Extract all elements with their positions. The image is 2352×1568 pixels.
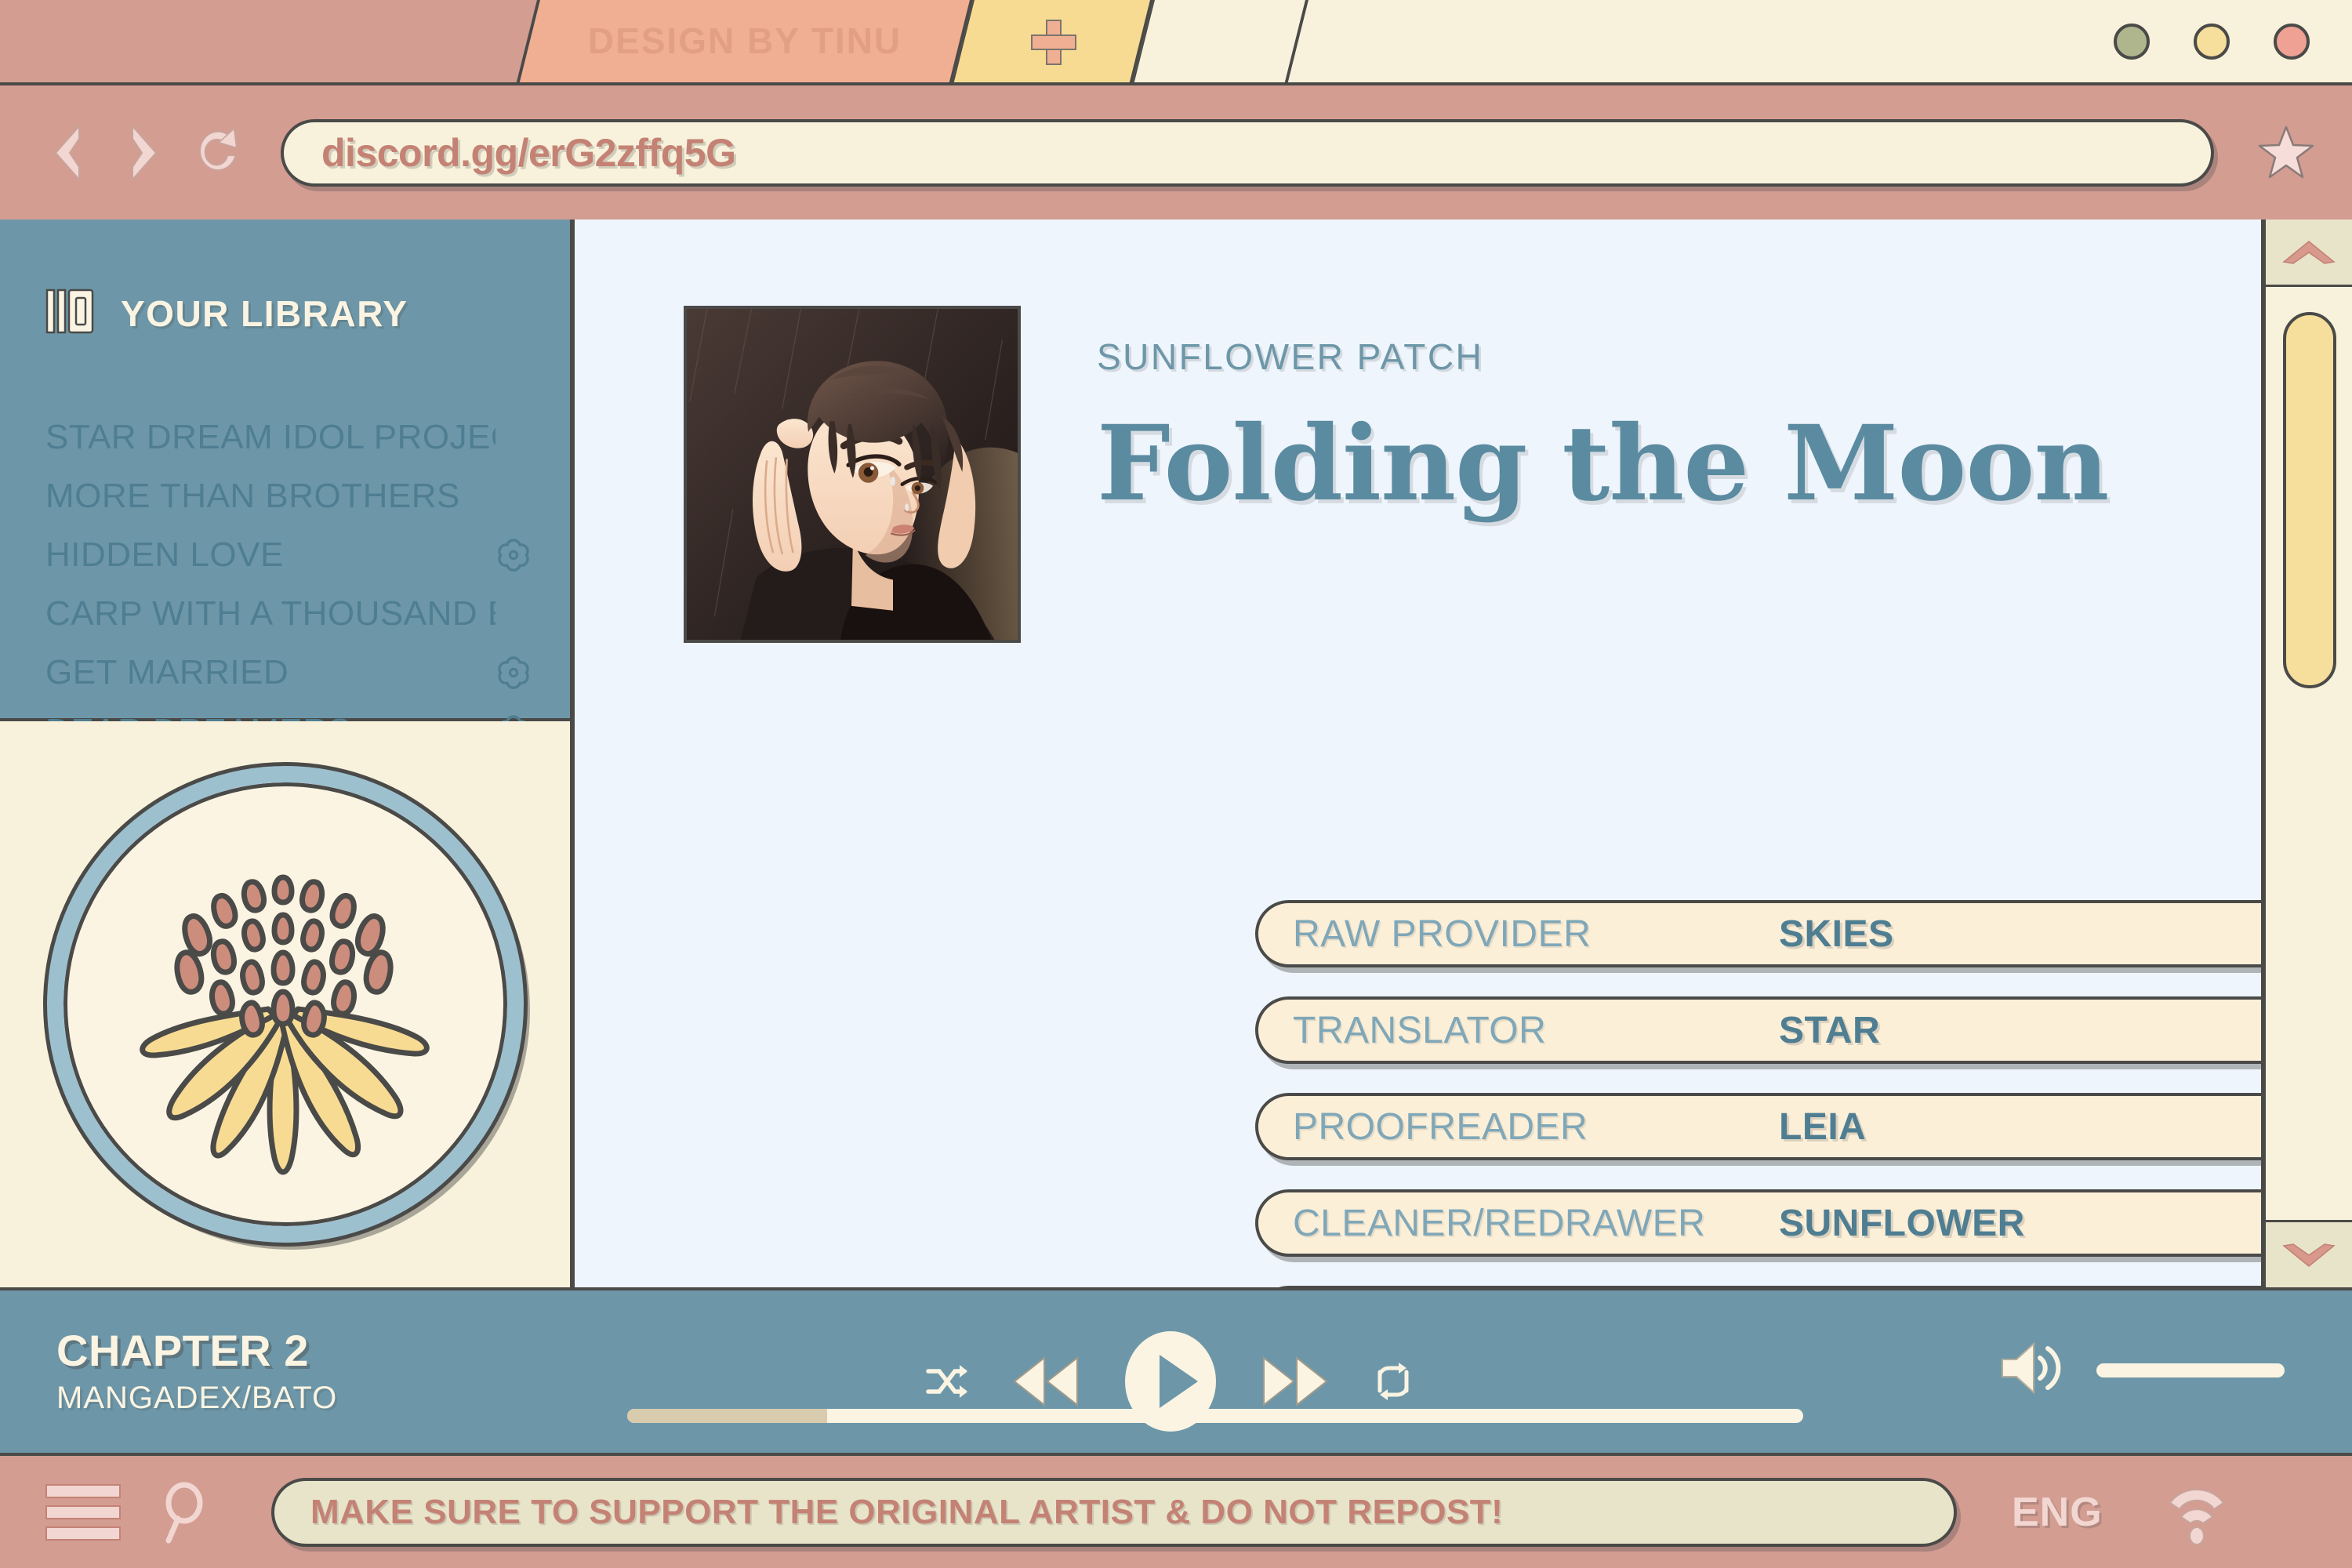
credit-role: RAW PROVIDER <box>1293 913 1592 955</box>
previous-button[interactable] <box>1010 1352 1082 1411</box>
content-panel: SUNFLOWER PATCH Folding the Moon RAW PRO… <box>570 220 2352 1450</box>
tab-watermark-label: DESIGN BY TINU <box>587 20 902 61</box>
player-bar: CHAPTER 2 MANGADEX/BATO <box>0 1287 2352 1456</box>
chapter-source: MANGADEX/BATO <box>56 1381 338 1415</box>
star-icon <box>2258 125 2314 178</box>
hamburger-icon[interactable] <box>45 1483 121 1541</box>
sidebar-item-carp-with-a-thousand-e[interactable]: CARP WITH A THOUSAND E... <box>45 584 532 643</box>
maximize-button[interactable] <box>2194 23 2230 60</box>
credit-row-proofreader[interactable]: PROOFREADER LEIA <box>1255 1093 2352 1160</box>
url-text: discord.gg/erG2zffq5G <box>321 130 736 175</box>
chapter-title: CHAPTER 2 <box>56 1326 309 1375</box>
chevron-down-icon <box>2282 1243 2336 1267</box>
series-hero: SUNFLOWER PATCH Folding the Moon <box>684 306 2109 643</box>
library-header: YOUR LIBRARY <box>45 287 408 339</box>
sidebar-item-label: MORE THAN BROTHERS <box>45 476 460 515</box>
sidebar-item-get-married[interactable]: GET MARRIED <box>45 643 532 702</box>
credit-role: CLEANER/REDRAWER <box>1293 1202 1706 1244</box>
now-playing: CHAPTER 2 MANGADEX/BATO <box>56 1325 337 1416</box>
wifi-icon <box>2169 1488 2225 1545</box>
page-title: Folding the Moon <box>1097 403 2109 524</box>
credit-name: LEIA <box>1779 1105 1867 1148</box>
next-button[interactable] <box>1259 1352 1331 1411</box>
search-icon <box>165 1482 203 1543</box>
new-tab-button[interactable] <box>950 0 1154 82</box>
shuffle-button[interactable] <box>925 1362 969 1401</box>
hamburger-line <box>45 1483 121 1498</box>
window-controls <box>2114 0 2310 82</box>
flower-icon[interactable] <box>495 537 532 573</box>
credit-name: SUNFLOWER <box>1779 1202 2025 1244</box>
credit-role: TRANSLATOR <box>1293 1009 1547 1051</box>
vertical-scrollbar[interactable] <box>2261 220 2352 1287</box>
sidebar-item-label: GET MARRIED <box>45 652 289 691</box>
library-icon <box>45 287 94 339</box>
search-input[interactable]: MAKE SURE TO SUPPORT THE ORIGINAL ARTIST… <box>271 1477 1957 1547</box>
sidebar-item-star-dream-idol-project[interactable]: STAR DREAM IDOL PROJECT <box>45 408 532 466</box>
group-name: SUNFLOWER PATCH <box>1097 336 1484 377</box>
repeat-icon <box>1377 1363 1409 1400</box>
speaker-icon[interactable] <box>1998 1339 2063 1401</box>
search-button[interactable] <box>155 1482 216 1543</box>
credit-name: SKIES <box>1779 913 1894 955</box>
flower-icon[interactable] <box>495 655 532 691</box>
address-toolbar: discord.gg/erG2zffq5G <box>0 82 2352 220</box>
back-button[interactable] <box>44 123 93 183</box>
credit-role: PROOFREADER <box>1293 1105 1588 1148</box>
reload-button[interactable] <box>194 123 243 183</box>
library-panel: YOUR LIBRARY STAR DREAM IDOL PROJECT MOR… <box>0 220 570 750</box>
forward-button[interactable] <box>119 123 168 183</box>
volume-slider[interactable] <box>2096 1363 2285 1377</box>
progress-bar[interactable] <box>627 1409 1803 1423</box>
sidebar-item-label: STAR DREAM IDOL PROJECT <box>45 417 495 456</box>
rewind-icon <box>1013 1356 1078 1407</box>
scroll-down-button[interactable] <box>2266 1220 2352 1287</box>
volume-control <box>1998 1339 2285 1401</box>
hamburger-line <box>45 1504 121 1519</box>
address-bar[interactable]: discord.gg/erG2zffq5G <box>281 118 2214 187</box>
hero-text: SUNFLOWER PATCH Folding the Moon <box>1097 306 2109 524</box>
sidebar: YOUR LIBRARY STAR DREAM IDOL PROJECT MOR… <box>0 220 570 1287</box>
credit-row-raw-provider[interactable]: RAW PROVIDER SKIES <box>1255 900 2352 967</box>
credit-row-cleaner-redrawer[interactable]: CLEANER/REDRAWER SUNFLOWER <box>1255 1189 2352 1257</box>
shuffle-icon <box>926 1365 967 1398</box>
library-title: YOUR LIBRARY <box>121 292 408 334</box>
sidebar-item-label: CARP WITH A THOUSAND E... <box>45 593 495 633</box>
progress-fill <box>627 1409 827 1423</box>
scroll-up-button[interactable] <box>2266 220 2352 287</box>
repeat-button[interactable] <box>1372 1361 1414 1402</box>
browser-tab-active[interactable]: DESIGN BY TINU <box>516 0 974 82</box>
chevron-up-icon <box>2282 240 2336 264</box>
sidebar-item-hidden-love[interactable]: HIDDEN LOVE <box>45 525 532 584</box>
tab-strip: DESIGN BY TINU <box>0 0 2352 82</box>
status-message: MAKE SURE TO SUPPORT THE ORIGINAL ARTIST… <box>310 1492 1504 1531</box>
fast-forward-icon <box>1263 1356 1328 1407</box>
bookmark-button[interactable] <box>2255 119 2318 187</box>
cover-thumbnail[interactable] <box>684 306 1021 643</box>
plus-icon <box>964 0 1140 82</box>
tab-strip-background <box>0 0 549 82</box>
sidebar-item-more-than-brothers[interactable]: MORE THAN BROTHERS <box>45 466 532 525</box>
library-list: STAR DREAM IDOL PROJECT MORE THAN BROTHE… <box>45 408 532 760</box>
sidebar-item-label: HIDDEN LOVE <box>45 535 284 574</box>
language-indicator[interactable]: ENG <box>2012 1489 2103 1536</box>
scrollbar-thumb[interactable] <box>2283 312 2336 688</box>
hamburger-line <box>45 1526 121 1541</box>
browser-window: DESIGN BY TINU discord.gg/erG2zffq5G YOU… <box>0 0 2352 1568</box>
credit-name: STAR <box>1779 1009 1881 1051</box>
status-bar: MAKE SURE TO SUPPORT THE ORIGINAL ARTIST… <box>0 1456 2352 1568</box>
sunflower-logo <box>42 762 528 1247</box>
main-body: YOUR LIBRARY STAR DREAM IDOL PROJECT MOR… <box>0 220 2352 1450</box>
minimize-button[interactable] <box>2114 23 2150 60</box>
browser-tab-ghost[interactable] <box>1131 0 1309 82</box>
wifi-button[interactable] <box>2161 1479 2233 1546</box>
credit-row-translator[interactable]: TRANSLATOR STAR <box>1255 996 2352 1064</box>
close-button[interactable] <box>2274 23 2310 60</box>
brand-logo-panel <box>0 721 570 1287</box>
